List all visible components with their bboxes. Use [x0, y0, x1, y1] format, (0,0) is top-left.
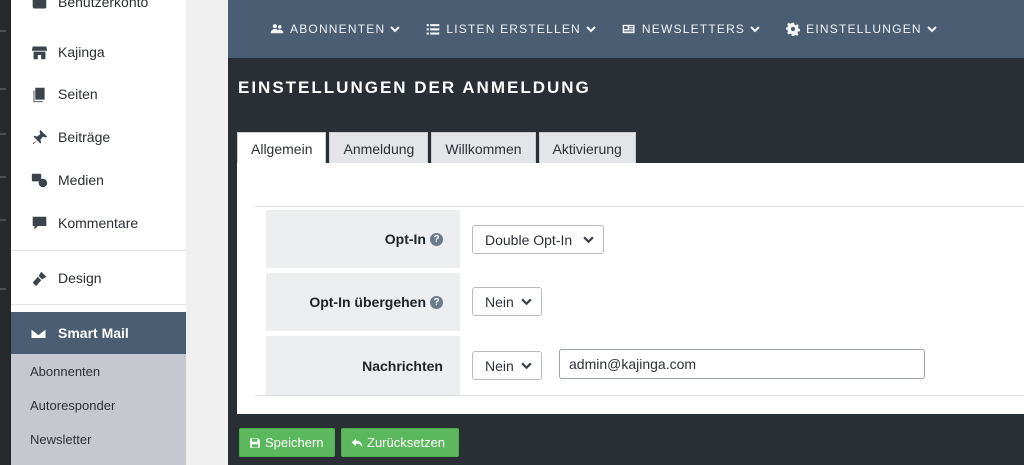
- messages-select[interactable]: Nein: [472, 351, 542, 380]
- sidebar-item-seiten[interactable]: Seiten: [11, 74, 186, 114]
- plugin-main: ABONNENTEN LISTEN ERSTELLEN NEWSLETTERS …: [228, 0, 1024, 465]
- content-gutter: [186, 0, 228, 465]
- sidebar-item-label: Design: [58, 270, 102, 286]
- help-icon[interactable]: ?: [430, 295, 443, 309]
- row-label: Nachrichten: [266, 336, 460, 395]
- chevron-down-icon: [750, 26, 760, 33]
- settings-row-messages: Nachrichten Nein: [255, 336, 1024, 396]
- sidebar-item-label: Seiten: [58, 86, 98, 102]
- chevron-down-icon: [521, 298, 532, 306]
- help-icon[interactable]: ?: [430, 232, 443, 246]
- chevron-down-icon: [583, 236, 594, 244]
- nav-newsletters[interactable]: NEWSLETTERS: [622, 22, 760, 36]
- users-icon: [270, 24, 284, 34]
- submenu-item-abonnenten[interactable]: Abonnenten: [30, 364, 100, 379]
- opt-in-select[interactable]: Double Opt-In: [472, 225, 604, 254]
- window-edge: [0, 0, 11, 465]
- undo-icon: [351, 438, 363, 447]
- gear-icon: [786, 22, 801, 36]
- sidebar-item-smart-mail[interactable]: Smart Mail: [11, 312, 186, 354]
- save-button[interactable]: Speichern: [239, 428, 335, 457]
- sidebar-item-label: Smart Mail: [58, 325, 129, 341]
- sidebar-item-kommentare[interactable]: Kommentare: [11, 203, 186, 243]
- brush-icon: [30, 269, 48, 287]
- floppy-icon: [250, 437, 260, 448]
- row-label: Opt-In ?: [266, 210, 460, 268]
- nav-listen-erstellen[interactable]: LISTEN ERSTELLEN: [426, 22, 596, 36]
- nav-abonnenten[interactable]: ABONNENTEN: [270, 22, 401, 36]
- chevron-down-icon: [586, 26, 596, 33]
- sidebar-item-medien[interactable]: Medien: [11, 160, 186, 200]
- chevron-down-icon: [390, 26, 401, 33]
- sidebar-item-beitraege[interactable]: Beiträge: [11, 117, 186, 157]
- sidebar-item-label: Kajinga: [58, 44, 105, 60]
- comment-icon: [30, 214, 48, 232]
- sidebar-item-label: Medien: [58, 172, 104, 188]
- submenu-item-newsletter[interactable]: Newsletter: [30, 432, 91, 447]
- settings-table: Opt-In ? Double Opt-In Opt-In übergehen …: [255, 206, 1024, 396]
- chevron-down-icon: [521, 362, 532, 370]
- chevron-down-icon: [927, 26, 937, 33]
- admin-sidebar: Benutzerkonto Kajinga Seiten Beiträge Me…: [11, 0, 186, 465]
- tab-aktivierung[interactable]: Aktivierung: [538, 132, 636, 164]
- list-icon: [427, 24, 440, 35]
- pin-icon: [30, 128, 48, 146]
- page-title: EINSTELLUNGEN DER ANMELDUNG: [238, 78, 591, 97]
- settings-card: Opt-In ? Double Opt-In Opt-In übergehen …: [237, 163, 1024, 414]
- pages-icon: [30, 85, 48, 103]
- envelope-icon: [30, 324, 48, 342]
- sidebar-item-account[interactable]: Benutzerkonto: [11, 0, 186, 16]
- store-icon: [30, 43, 48, 61]
- tab-allgemein[interactable]: Allgemein: [237, 132, 327, 164]
- settings-tabs: Allgemein Anmeldung Willkommen Aktivieru…: [237, 132, 639, 164]
- plugin-topnav: ABONNENTEN LISTEN ERSTELLEN NEWSLETTERS …: [228, 0, 1024, 58]
- notification-email-input[interactable]: [559, 349, 925, 379]
- sidebar-item-label: Beiträge: [58, 129, 111, 145]
- opt-in-skip-select[interactable]: Nein: [472, 287, 542, 316]
- row-label: Opt-In übergehen ?: [266, 273, 460, 331]
- tab-anmeldung[interactable]: Anmeldung: [329, 132, 429, 164]
- reset-button[interactable]: Zurücksetzen: [341, 428, 459, 457]
- smart-mail-submenu: Abonnenten Autoresponder Newsletter: [11, 354, 186, 465]
- settings-row-opt-in: Opt-In ? Double Opt-In: [255, 210, 1024, 270]
- media-icon: [30, 171, 48, 189]
- sidebar-item-label: Benutzerkonto: [58, 0, 149, 10]
- sidebar-separator: [11, 250, 186, 251]
- account-icon: [30, 0, 48, 11]
- tab-willkommen[interactable]: Willkommen: [431, 132, 536, 164]
- sidebar-separator: [11, 304, 186, 305]
- submenu-item-autoresponder[interactable]: Autoresponder: [30, 398, 115, 413]
- nav-einstellungen[interactable]: EINSTELLUNGEN: [786, 22, 937, 36]
- newspaper-icon: [622, 24, 635, 34]
- sidebar-item-design[interactable]: Design: [11, 258, 186, 298]
- sidebar-item-label: Kommentare: [58, 215, 139, 231]
- sidebar-item-kajinga[interactable]: Kajinga: [11, 32, 186, 72]
- settings-row-opt-in-skip: Opt-In übergehen ? Nein: [255, 273, 1024, 333]
